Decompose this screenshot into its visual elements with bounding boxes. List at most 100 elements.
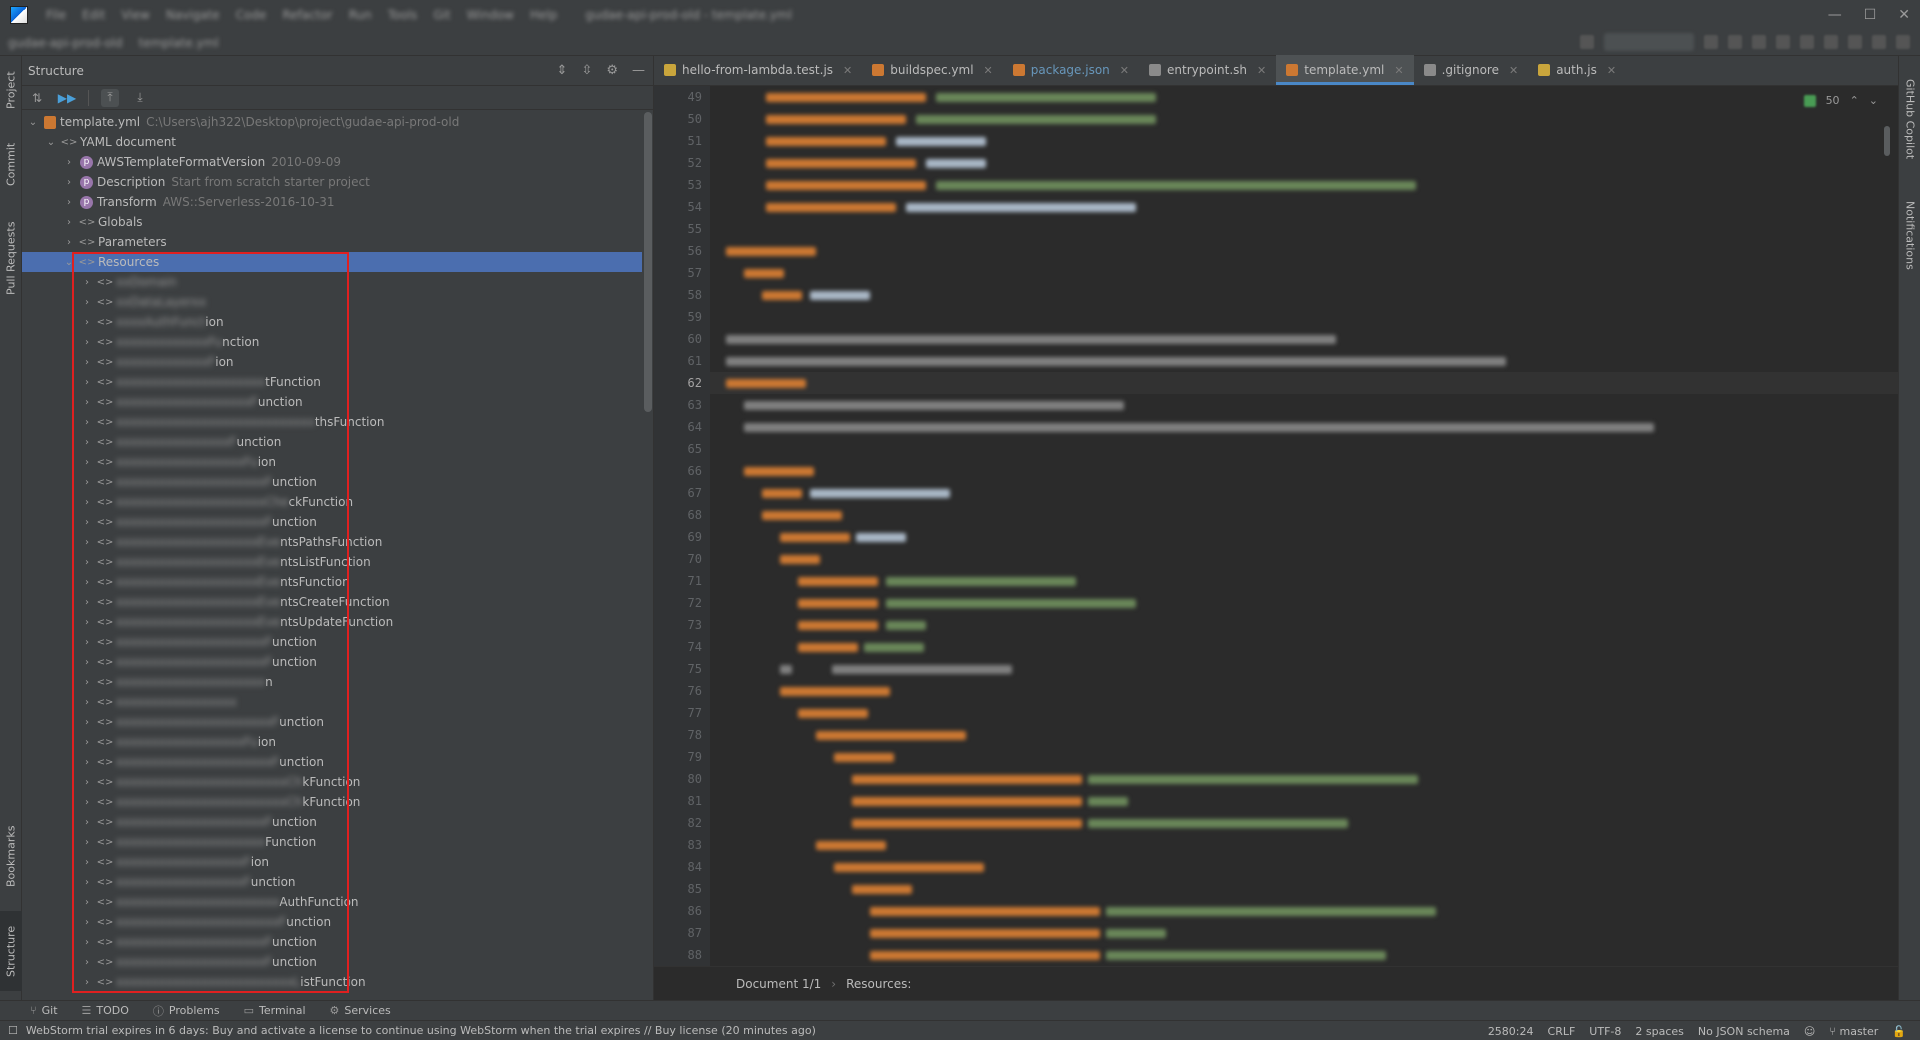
- close-tab-icon[interactable]: ✕: [1257, 64, 1266, 77]
- tree-resource-item[interactable]: › <> xxxxxxxxxxxxxxxxxxF ion: [22, 852, 642, 872]
- chevron-right-icon[interactable]: ›: [80, 337, 94, 348]
- menu-item-tools[interactable]: Tools: [380, 8, 426, 22]
- json-schema[interactable]: No JSON schema: [1698, 1025, 1790, 1038]
- chevron-right-icon[interactable]: ›: [80, 557, 94, 568]
- tree-node-parameters[interactable]: › <> Parameters: [22, 232, 642, 252]
- chevron-right-icon[interactable]: ›: [80, 397, 94, 408]
- tree-resource-item[interactable]: › <> xxxxxxxxxxxxxxxxxxxxxxF unction: [22, 752, 642, 772]
- tree-resource-item[interactable]: › <> xxxxxxxxxxxxxxxxxxxxxxx AuthFunction: [22, 892, 642, 912]
- vcs-icon[interactable]: [1580, 35, 1594, 49]
- gear-icon[interactable]: ⚙: [606, 63, 618, 78]
- line-separator[interactable]: CRLF: [1548, 1025, 1576, 1038]
- chevron-right-icon[interactable]: ›: [80, 277, 94, 288]
- tree-resource-item[interactable]: › <> xxxxxxxxxxxxxxxxxxxxxxxF unction: [22, 912, 642, 932]
- close-tab-icon[interactable]: ✕: [1394, 64, 1403, 77]
- tree-resource-item[interactable]: › <> xxxxxxxxxxxxxF ion: [22, 352, 642, 372]
- maximize-icon[interactable]: ☐: [1864, 7, 1877, 23]
- expand-all-icon[interactable]: ⇕: [557, 63, 568, 78]
- tree-resource-item[interactable]: › <> xxxxxxxxxxxxxxxxxxF unction: [22, 872, 642, 892]
- chevron-right-icon[interactable]: ›: [80, 877, 94, 888]
- chevron-right-icon[interactable]: ›: [62, 237, 76, 248]
- search-everywhere-icon[interactable]: [1872, 35, 1886, 49]
- editor-tab-package-json[interactable]: package.json ✕: [1003, 55, 1139, 85]
- menu-item-file[interactable]: File: [38, 8, 74, 22]
- close-tab-icon[interactable]: ✕: [1607, 64, 1616, 77]
- nav-crumb-file[interactable]: template.yml: [131, 36, 227, 50]
- chevron-right-icon[interactable]: ›: [80, 357, 94, 368]
- tree-resource-item[interactable]: › <> xxxxxxxxxxxxxxxxF unction: [22, 432, 642, 452]
- tree-resource-item[interactable]: ›<>xxxxxxxxxxxxxxxxxxxxxFunction: [22, 812, 642, 832]
- caret-position[interactable]: 2580:24: [1488, 1025, 1534, 1038]
- editor-tab--gitignore[interactable]: .gitignore ✕: [1414, 55, 1529, 85]
- tree-resource-item[interactable]: › <> xxxxxxxxxxxxxxxxxxxxEve ntsFunction: [22, 572, 642, 592]
- tree-resource-item[interactable]: › <> xxxxxxxxxxxxxxxxx: [22, 692, 642, 712]
- menu-item-window[interactable]: Window: [459, 8, 522, 22]
- chevron-right-icon[interactable]: ›: [80, 297, 94, 308]
- code-editor[interactable]: 49 50 51 52 53 54 55 56 57 58 59 60 61 62 63 64 65 66 67 68…: [654, 86, 1898, 966]
- chevron-right-icon[interactable]: ›: [80, 597, 94, 608]
- chevron-right-icon[interactable]: ›: [80, 637, 94, 648]
- close-tab-icon[interactable]: ✕: [1120, 64, 1129, 77]
- chevron-right-icon[interactable]: ›: [80, 817, 94, 828]
- run-icon[interactable]: [1704, 35, 1718, 49]
- tree-prop-description[interactable]: › p Description Start from scratch starter …: [22, 172, 642, 192]
- chevron-right-icon[interactable]: ›: [62, 217, 76, 228]
- chevron-right-icon[interactable]: ›: [80, 777, 94, 788]
- close-tab-icon[interactable]: ✕: [984, 64, 993, 77]
- chevron-right-icon[interactable]: ›: [80, 377, 94, 388]
- git-update-icon[interactable]: [1776, 35, 1790, 49]
- chevron-down-icon[interactable]: ⌄: [44, 137, 58, 148]
- chevron-right-icon[interactable]: ›: [80, 917, 94, 928]
- tree-resource-item[interactable]: › <> xxxxxxxxxxxxxFu nction: [22, 332, 642, 352]
- chevron-right-icon[interactable]: ›: [80, 757, 94, 768]
- tree-root[interactable]: ⌄ template.yml C:\Users\ajh322\Desktop\p…: [22, 112, 642, 132]
- tree-resource-item[interactable]: › <> xxxxxxxxxxxxxxxxxxxxxxxxCh kFunction: [22, 792, 642, 812]
- tool-todo[interactable]: ☰ TODO: [82, 1004, 129, 1017]
- chevron-right-icon[interactable]: ›: [80, 537, 94, 548]
- git-commit-icon[interactable]: [1800, 35, 1814, 49]
- sort-alphabetically-icon[interactable]: ⇅: [28, 89, 46, 107]
- editor-tab-entrypoint-sh[interactable]: entrypoint.sh ✕: [1139, 55, 1276, 85]
- chevron-right-icon[interactable]: ›: [80, 717, 94, 728]
- chevron-right-icon[interactable]: ›: [62, 177, 76, 188]
- editor-tab-template-yml[interactable]: template.yml ✕: [1276, 55, 1414, 85]
- tab-bookmarks[interactable]: Bookmarks: [0, 816, 22, 896]
- inspection-widget[interactable]: 50 ⌃ ⌄: [1803, 94, 1878, 107]
- tree-resource-item[interactable]: ›<>xxxxxxxxxxxxxxxxxxxxxFunction: [22, 512, 642, 532]
- navigate-with-single-click-icon[interactable]: ▶▶: [58, 89, 76, 107]
- settings-icon[interactable]: [1896, 35, 1910, 49]
- close-tab-icon[interactable]: ✕: [1509, 64, 1518, 77]
- chevron-right-icon[interactable]: ›: [80, 677, 94, 688]
- tree-resource-item[interactable]: › <> xxxxxxxxxxxxxxxxxxFu ion: [22, 732, 642, 752]
- lock-icon[interactable]: 🔓: [1892, 1025, 1906, 1038]
- tree-resource-item[interactable]: › <> xxxxxxxxxxxxxxxxxxxxxxxxxxxx thsFuncti…: [22, 412, 642, 432]
- chevron-down-icon[interactable]: ⌄: [62, 257, 76, 268]
- tree-prop-awstemplateformatversion[interactable]: › p AWSTemplateFormatVersion 2010-09-09: [22, 152, 642, 172]
- tab-structure[interactable]: Structure: [0, 911, 22, 991]
- status-message[interactable]: ☐ WebStorm trial expires in 6 days: Buy …: [0, 1024, 816, 1037]
- chevron-right-icon[interactable]: ›: [80, 857, 94, 868]
- chevron-right-icon[interactable]: ›: [80, 897, 94, 908]
- chevron-right-icon[interactable]: ›: [62, 157, 76, 168]
- chevron-right-icon[interactable]: ›: [80, 977, 94, 988]
- menu-item-refactor[interactable]: Refactor: [274, 8, 340, 22]
- file-encoding[interactable]: UTF-8: [1589, 1025, 1621, 1038]
- menu-item-git[interactable]: Git: [425, 8, 458, 22]
- indent-setting[interactable]: 2 spaces: [1635, 1025, 1684, 1038]
- tree-resource-item[interactable]: › <> xxxxxxxxxxxxxxxxxxxF unction: [22, 392, 642, 412]
- tree-resource-item[interactable]: › <> xxxxxxxxxxxxxxxxxxxxxxxxxL istFunction: [22, 972, 642, 992]
- editor-tab-buildspec-yml[interactable]: buildspec.yml ✕: [862, 55, 1003, 85]
- menu-item-view[interactable]: View: [113, 8, 157, 22]
- editor-tab-auth-js[interactable]: auth.js ✕: [1528, 55, 1626, 85]
- close-tab-icon[interactable]: ✕: [843, 64, 852, 77]
- history-icon[interactable]: [1848, 35, 1862, 49]
- debug-icon[interactable]: [1728, 35, 1742, 49]
- editor-tab-hello-from-lambda-test-js[interactable]: hello-from-lambda.test.js ✕: [654, 55, 862, 85]
- tree-resource-item[interactable]: ›<>xxxxxxxxxxxxxxxxxxxxxFunction: [22, 632, 642, 652]
- chevron-right-icon[interactable]: ›: [80, 437, 94, 448]
- menu-item-navigate[interactable]: Navigate: [158, 8, 228, 22]
- breadcrumb-resources[interactable]: Resources:: [846, 977, 911, 991]
- menu-item-code[interactable]: Code: [228, 8, 275, 22]
- tree-resource-item[interactable]: › <> xxxxxxxxxxxxxxxxxxxxxxF unction: [22, 712, 642, 732]
- menu-item-edit[interactable]: Edit: [74, 8, 113, 22]
